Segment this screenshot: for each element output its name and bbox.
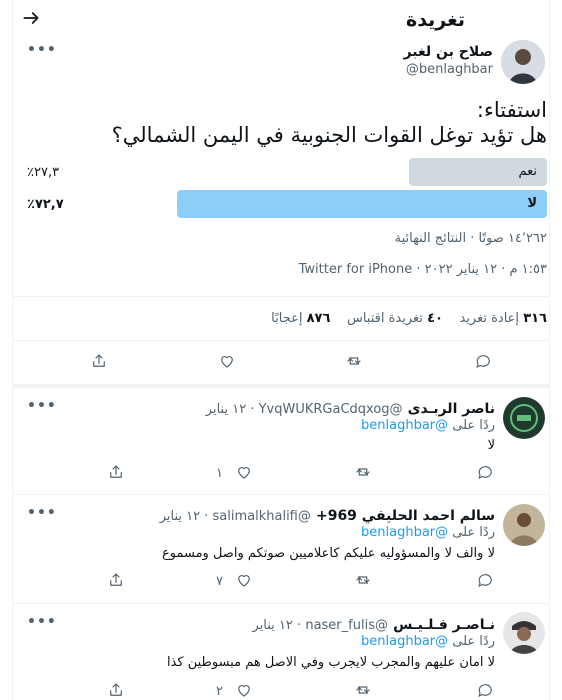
replying-to: ردًا على @benlaghbar [361,418,495,433]
reply-author-name[interactable]: سالم احمد الحليفي 969+ [316,508,495,524]
divider [13,340,549,341]
page-title: تغريدة [405,9,465,31]
retweet-icon[interactable] [350,681,372,700]
poll-option-yes-bar: نعم [409,158,547,186]
like-icon[interactable] [231,571,253,593]
divider [13,494,549,495]
reply-author-name[interactable]: ناصر الربـدى [408,401,495,417]
author-name[interactable]: صلاح بن لغبر [404,44,493,60]
like-count: ٢ [216,684,223,699]
back-arrow-icon[interactable] [21,8,45,32]
share-icon[interactable] [103,681,125,700]
poll-option-percent: ٢٧,٣٪ [27,165,60,180]
poll-summary: ١٤٬٢٦٢ صوتًا · النتائج النهائية [394,231,547,246]
tweet-timestamp[interactable]: ١:٥٣ م · ١٢ يناير ٢٠٢٢ · Twitter for iPh… [299,262,547,277]
reply-icon[interactable] [473,681,495,700]
tweet-stats: ٣١٦ إعادة تغريد ٤٠ تغريدة اقتباس ٨٧٦ إعج… [271,311,547,326]
avatar[interactable] [503,612,545,654]
like-icon[interactable] [231,463,253,485]
author-handle[interactable]: @benlaghbar [406,62,493,77]
reply-icon[interactable] [473,571,495,593]
reply-header: سالم احمد الحليفي 969+ @salimalkhalifi ·… [160,505,495,524]
share-icon[interactable] [86,352,108,374]
like-icon[interactable] [214,352,236,374]
reply-header: نـاصـر فـلـيـس @naser_fulis · ١٢ يناير [253,614,495,633]
more-options-icon[interactable]: ••• [27,505,57,521]
page-header: تغريدة [13,0,549,40]
more-options-icon[interactable]: ••• [27,398,57,414]
tweet-page: تغريدة صلاح بن لغبر @benlaghbar ••• استف… [12,0,550,700]
likes-count[interactable]: ٨٧٦ إعجابًا [271,311,330,326]
tweet-text-line2: هل تؤيد توغل القوات الجنوبية في اليمن ال… [111,123,547,147]
tweet-text-line1: استفتاء: [476,98,547,122]
reply-text: لا والف لا والمسؤوليه عليكم كاعلاميين صو… [162,546,495,561]
mention-link[interactable]: @benlaghbar [361,418,448,433]
reply-icon[interactable] [471,352,493,374]
avatar[interactable] [503,504,545,546]
share-icon[interactable] [103,571,125,593]
poll-option-label: لا [527,196,537,211]
like-count: ٧ [216,574,223,589]
like-icon[interactable] [231,681,253,700]
divider [13,296,549,297]
replying-to: ردًا على @benlaghbar [361,525,495,540]
poll-option-label: نعم [518,164,537,179]
replying-to: ردًا على @benlaghbar [361,634,495,649]
reply-text: لا امان عليهم والمجرب لايجرب وفي الاصل ه… [166,655,495,670]
retweet-icon[interactable] [341,352,363,374]
reply-handle-time[interactable]: @naser_fulis · ١٢ يناير [253,618,388,633]
like-count: ١ [216,466,223,481]
reply-handle-time[interactable]: @salimalkhalifi · ١٢ يناير [160,509,311,524]
reply-handle-time[interactable]: @YvqWUKRGaCdqxog · ١٢ يناير [206,402,403,417]
mention-link[interactable]: @benlaghbar [361,525,448,540]
poll-option-no-bar: لا [177,190,547,218]
more-options-icon[interactable]: ••• [27,614,57,630]
reply-text: لا [487,438,495,453]
divider [13,384,549,388]
retweet-icon[interactable] [350,571,372,593]
share-icon[interactable] [103,463,125,485]
reply-icon[interactable] [473,463,495,485]
retweet-icon[interactable] [350,463,372,485]
avatar[interactable] [503,397,545,439]
divider [13,603,549,604]
retweets-count[interactable]: ٣١٦ إعادة تغريد [459,311,547,326]
mention-link[interactable]: @benlaghbar [361,634,448,649]
reply-header: ناصر الربـدى @YvqWUKRGaCdqxog · ١٢ يناير [206,398,495,417]
avatar[interactable] [501,40,545,84]
poll-option-percent: ٧٢,٧٪ [27,197,64,212]
reply-author-name[interactable]: نـاصـر فـلـيـس [393,617,495,633]
more-options-icon[interactable]: ••• [27,42,57,58]
quotes-count[interactable]: ٤٠ تغريدة اقتباس [347,311,443,326]
